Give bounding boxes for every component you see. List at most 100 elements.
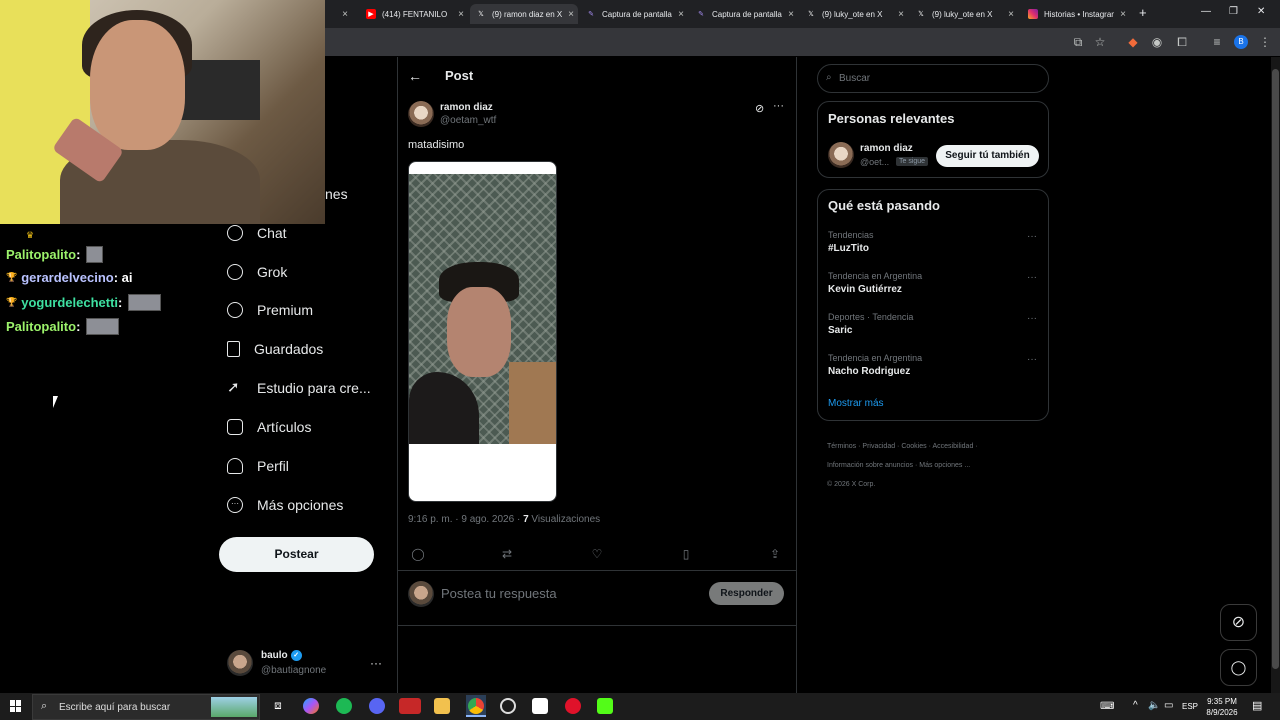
maximize-icon[interactable]: ❐ bbox=[1229, 6, 1238, 17]
extensions-puzzle-icon[interactable]: ⧠ bbox=[1175, 35, 1189, 49]
app-icon[interactable] bbox=[532, 698, 548, 714]
keyboard-icon[interactable]: ⌨ bbox=[1100, 701, 1114, 712]
close-tab-icon[interactable]: × bbox=[458, 9, 464, 20]
close-tab-icon[interactable]: × bbox=[678, 9, 684, 20]
account-name-row[interactable]: baulo ✓ bbox=[261, 650, 302, 661]
nav-item-estudio[interactable]: ➚ Estudio para cre... bbox=[227, 380, 371, 397]
footer-link[interactable]: Información sobre anuncios bbox=[827, 462, 913, 469]
nav-item-guardados[interactable]: Guardados bbox=[227, 341, 323, 357]
search-input[interactable]: Buscar bbox=[839, 73, 870, 84]
footer-link[interactable]: Más opciones ... bbox=[919, 462, 970, 469]
more-icon[interactable]: ··· bbox=[773, 100, 784, 112]
tray-chevron-icon[interactable]: ^ bbox=[1133, 700, 1138, 711]
streaming-app-icon[interactable] bbox=[399, 698, 421, 714]
network-icon[interactable]: ▭ bbox=[1164, 700, 1173, 711]
close-tab-icon[interactable]: × bbox=[898, 9, 904, 20]
new-tab-icon[interactable]: + bbox=[1139, 5, 1147, 20]
close-tab-icon[interactable]: × bbox=[342, 9, 348, 20]
nav-item-grok[interactable]: Grok bbox=[227, 264, 287, 280]
windows-start-icon[interactable] bbox=[10, 700, 22, 712]
nav-item-mas-opciones[interactable]: ··· Más opciones bbox=[227, 497, 343, 513]
close-tab-icon[interactable]: × bbox=[788, 9, 794, 20]
author-name[interactable]: ramon diaz bbox=[440, 102, 493, 113]
show-more-link[interactable]: Mostrar más bbox=[828, 398, 884, 409]
trend-item[interactable]: Tendencia en Argentina Kevin Gutiérrez bbox=[828, 271, 1038, 295]
copilot-icon[interactable] bbox=[303, 698, 319, 714]
close-tab-icon[interactable]: × bbox=[568, 9, 574, 20]
reply-icon[interactable]: ◯ bbox=[411, 547, 425, 561]
browser-tab[interactable]: ▶ (414) FENTANILO × bbox=[360, 4, 468, 24]
browser-tab[interactable]: 𝕏 (9) luky_ote en X × bbox=[800, 4, 908, 24]
clock[interactable]: 9:35 PM 8/9/2026 bbox=[1200, 696, 1244, 718]
spotify-icon[interactable] bbox=[336, 698, 352, 714]
grok-icon[interactable]: ⊘ bbox=[755, 102, 764, 115]
trend-more-icon[interactable]: ··· bbox=[1027, 231, 1037, 242]
nav-item-chat[interactable]: Chat bbox=[227, 225, 287, 241]
nav-item-articulos[interactable]: Artículos bbox=[227, 419, 311, 435]
account-avatar[interactable] bbox=[227, 650, 253, 676]
post-image[interactable] bbox=[408, 161, 557, 502]
account-menu-icon[interactable]: ··· bbox=[370, 656, 382, 670]
close-tab-icon[interactable]: × bbox=[1120, 9, 1126, 20]
opera-gx-icon[interactable] bbox=[565, 698, 581, 714]
browser-tab[interactable]: 𝕏 (9) luky_ote en X × bbox=[910, 4, 1018, 24]
relevant-avatar[interactable] bbox=[828, 142, 854, 168]
minimize-icon[interactable]: — bbox=[1201, 6, 1211, 17]
reply-button[interactable]: Responder bbox=[709, 582, 784, 605]
nav-item-partial-label[interactable]: nes bbox=[325, 186, 348, 202]
repost-icon[interactable]: ⇄ bbox=[500, 547, 514, 561]
trend-item[interactable]: Tendencias #LuzTito bbox=[828, 230, 1038, 254]
taskbar-search-box[interactable]: ⌕ Escribe aquí para buscar bbox=[32, 694, 260, 720]
relevant-handle[interactable]: @oet... bbox=[860, 157, 889, 167]
browser-tab-active[interactable]: 𝕏 (9) ramon diaz en X × bbox=[470, 4, 578, 24]
browser-tab[interactable]: ✎ Captura de pantalla × bbox=[580, 4, 688, 24]
follow-back-button[interactable]: Seguir tú también bbox=[936, 145, 1039, 167]
search-box[interactable]: ⌕ Buscar bbox=[817, 64, 1049, 93]
footer-link[interactable]: Privacidad bbox=[862, 443, 895, 450]
grok-float-button[interactable]: ⊘ bbox=[1220, 604, 1257, 641]
like-icon[interactable]: ♡ bbox=[590, 547, 604, 561]
browser-tab[interactable]: Historias • Instagram × bbox=[1022, 4, 1130, 24]
scrollbar[interactable] bbox=[1271, 57, 1280, 693]
chrome-taskbar-button[interactable] bbox=[466, 695, 486, 717]
trend-more-icon[interactable]: ··· bbox=[1027, 313, 1037, 324]
reply-input[interactable]: Postea tu respuesta bbox=[441, 586, 557, 601]
back-arrow-icon[interactable]: ← bbox=[408, 68, 422, 84]
relevant-name[interactable]: ramon diaz bbox=[860, 143, 913, 154]
reading-list-icon[interactable]: ≡ bbox=[1210, 35, 1224, 49]
discord-icon[interactable] bbox=[369, 698, 385, 714]
bookmark-icon[interactable]: ▯ bbox=[679, 547, 693, 561]
nav-item-perfil[interactable]: Perfil bbox=[227, 458, 289, 474]
file-explorer-icon[interactable] bbox=[434, 698, 450, 714]
trend-item[interactable]: Tendencia en Argentina Nacho Rodriguez bbox=[828, 353, 1038, 377]
share-icon[interactable]: ⇪ bbox=[768, 547, 782, 561]
browser-tab[interactable]: ✎ Captura de pantalla × bbox=[690, 4, 798, 24]
extension-icon[interactable]: ◆ bbox=[1126, 35, 1140, 49]
nav-item-premium[interactable]: Premium bbox=[227, 302, 313, 318]
close-tab-icon[interactable]: × bbox=[1008, 9, 1014, 20]
profile-avatar[interactable]: B bbox=[1234, 35, 1248, 49]
post-button[interactable]: Postear bbox=[219, 537, 374, 572]
notifications-icon[interactable]: ▤ bbox=[1252, 699, 1262, 712]
messages-float-button[interactable]: ◯ bbox=[1220, 649, 1257, 686]
footer-link[interactable]: Accesibilidad bbox=[932, 443, 973, 450]
footer-link[interactable]: Cookies bbox=[901, 443, 926, 450]
footer-link[interactable]: Términos bbox=[827, 443, 856, 450]
author-avatar[interactable] bbox=[408, 101, 434, 127]
obs-icon[interactable] bbox=[500, 698, 516, 714]
volume-icon[interactable]: 🔈 bbox=[1148, 700, 1160, 711]
install-app-icon[interactable]: ⧉ bbox=[1071, 35, 1085, 49]
extension-icon[interactable]: ◉ bbox=[1150, 35, 1164, 49]
chrome-menu-icon[interactable]: ⋮ bbox=[1258, 35, 1272, 49]
trend-more-icon[interactable]: ··· bbox=[1027, 354, 1037, 365]
taskbar-search-input[interactable]: Escribe aquí para buscar bbox=[59, 702, 170, 713]
task-view-icon[interactable]: ⧈ bbox=[270, 698, 286, 714]
author-handle[interactable]: @oetam_wtf bbox=[440, 115, 496, 126]
language-indicator[interactable]: ESP bbox=[1182, 702, 1198, 711]
trend-item[interactable]: Deportes · Tendencia Saric bbox=[828, 312, 1038, 336]
browser-tab-partial[interactable]: × bbox=[322, 4, 352, 24]
close-window-icon[interactable]: ✕ bbox=[1257, 6, 1265, 17]
kick-icon[interactable] bbox=[597, 698, 613, 714]
trend-more-icon[interactable]: ··· bbox=[1027, 272, 1037, 283]
bookmark-star-icon[interactable]: ☆ bbox=[1093, 35, 1107, 49]
